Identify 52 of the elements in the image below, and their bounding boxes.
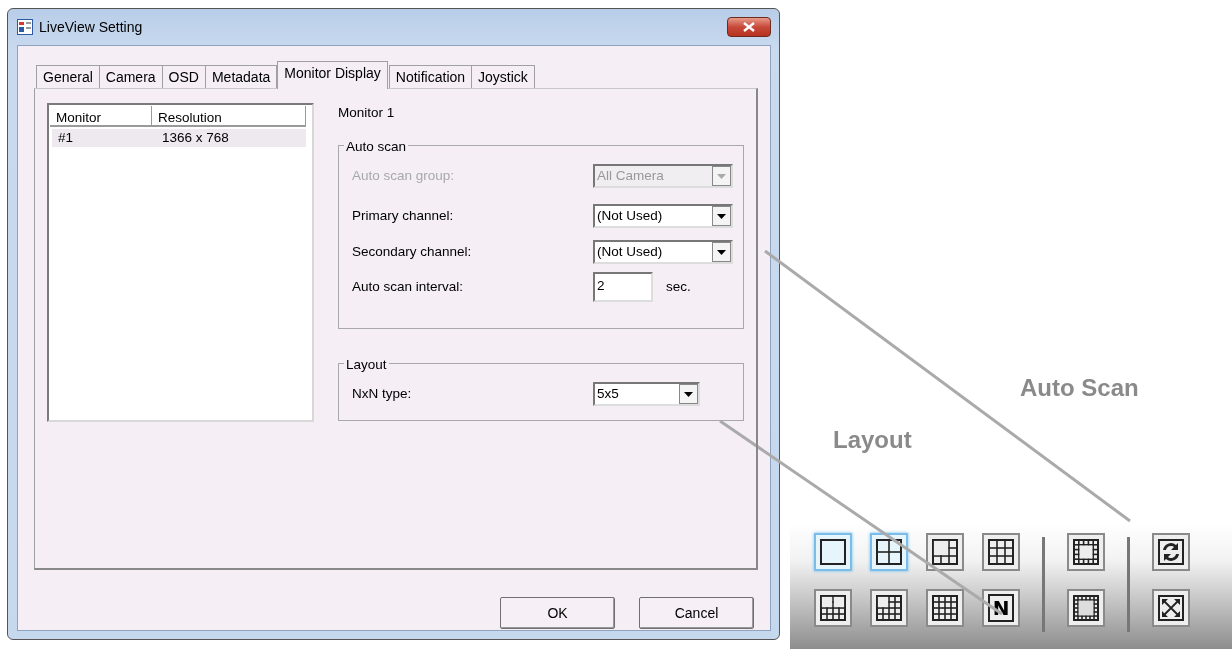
list-cell-text: 1366 x 768 bbox=[161, 129, 230, 147]
field-label: Auto scan group: bbox=[352, 167, 456, 186]
window-title: LiveView Setting bbox=[39, 17, 143, 37]
single-pane-icon bbox=[818, 537, 848, 567]
border-grid-button[interactable] bbox=[1067, 589, 1105, 627]
thirteen-pane-grid-icon bbox=[874, 593, 904, 623]
field-label: Secondary channel: bbox=[352, 243, 473, 262]
border-grid-button[interactable] bbox=[1067, 533, 1105, 571]
callout-label: Auto Scan bbox=[1020, 373, 1139, 403]
field-label: NxN type: bbox=[352, 385, 413, 404]
tab[interactable]: Metadata bbox=[204, 65, 278, 89]
nine-pane-grid-icon bbox=[986, 537, 1016, 567]
unit-label: sec. bbox=[666, 278, 691, 297]
refresh-arrows-button[interactable] bbox=[1152, 533, 1190, 571]
close-button[interactable] bbox=[727, 17, 771, 37]
expand-arrows-icon bbox=[1156, 593, 1186, 623]
border-grid-icon bbox=[1071, 593, 1101, 623]
dialog-button[interactable]: Cancel bbox=[639, 597, 754, 629]
single-pane-button[interactable] bbox=[814, 533, 852, 571]
close-icon bbox=[743, 22, 755, 32]
tab[interactable]: Notification bbox=[388, 65, 473, 89]
tab[interactable]: General bbox=[36, 65, 100, 89]
thirteen-pane-grid-button[interactable] bbox=[870, 589, 908, 627]
column-header[interactable]: Resolution bbox=[152, 106, 306, 125]
dialog-button[interactable]: OK bbox=[500, 597, 615, 629]
refresh-arrows-icon bbox=[1156, 537, 1186, 567]
list-row[interactable]: #1 1366 x 768 bbox=[52, 129, 306, 147]
quad-grid-icon bbox=[874, 537, 904, 567]
field-label: Auto scan interval: bbox=[352, 278, 465, 297]
expand-arrows-button[interactable] bbox=[1152, 589, 1190, 627]
tab[interactable]: Monitor Display bbox=[277, 61, 388, 89]
field-label: Primary channel: bbox=[352, 207, 455, 226]
tab[interactable]: Joystick bbox=[471, 65, 535, 89]
number-field[interactable]: 2 bbox=[593, 272, 653, 303]
six-pane-grid-button[interactable] bbox=[926, 533, 964, 571]
quad-grid-button[interactable] bbox=[870, 533, 908, 571]
callout-label: Layout bbox=[833, 425, 912, 455]
dropdown[interactable]: 5x5 bbox=[593, 382, 700, 407]
dropdown[interactable]: (Not Used) bbox=[593, 240, 733, 265]
six-pane-grid-icon bbox=[930, 537, 960, 567]
list-cell-text: #1 bbox=[57, 129, 75, 147]
border-grid-icon bbox=[1071, 537, 1101, 567]
sixteen-pane-grid-button[interactable] bbox=[926, 589, 964, 627]
panel-title: Monitor 1 bbox=[338, 104, 396, 122]
nine-pane-grid-button[interactable] bbox=[982, 533, 1020, 571]
dropdown: All Camera bbox=[593, 164, 733, 189]
column-header[interactable]: Monitor bbox=[50, 106, 153, 125]
app-icon bbox=[17, 19, 33, 35]
dropdown[interactable]: (Not Used) bbox=[593, 204, 733, 229]
sixteen-pane-grid-icon bbox=[930, 593, 960, 623]
ten-pane-grid-button[interactable] bbox=[814, 589, 852, 627]
ten-pane-grid-icon bbox=[818, 593, 848, 623]
